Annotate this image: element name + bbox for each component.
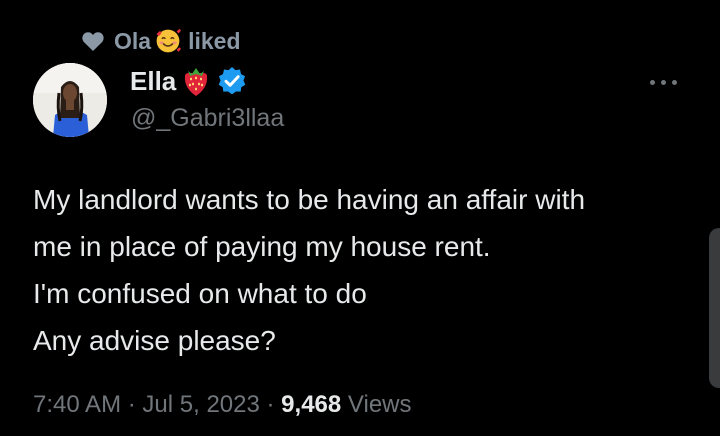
author-handle[interactable]: @_Gabri3llaa: [131, 104, 284, 133]
avatar-image: [33, 63, 107, 137]
tweet-meta: 7:40 AM · Jul 5, 2023 · 9,468 Views: [33, 391, 412, 419]
more-dot: [661, 79, 666, 85]
more-options-icon[interactable]: [650, 72, 686, 92]
views-label: Views: [347, 391, 412, 418]
tweet-text-line: me in place of paying my house rent.: [33, 231, 491, 262]
scroll-handle[interactable]: [709, 228, 720, 388]
more-dot: [650, 79, 655, 85]
author-display-name[interactable]: Ella: [130, 66, 176, 97]
tweet-text-line: My landlord wants to be having an affair…: [33, 184, 586, 215]
smiling-face-with-hearts-emoji-icon: [156, 29, 181, 53]
tweet-time[interactable]: 7:40 AM: [33, 391, 121, 418]
social-context-action: liked: [188, 27, 241, 54]
author-name-row[interactable]: Ella: [130, 64, 248, 98]
tweet-text-line: I'm confused on what to do: [33, 278, 367, 309]
tweet-date[interactable]: Jul 5, 2023: [142, 391, 259, 418]
strawberry-emoji-icon: [185, 68, 208, 96]
more-dot: [672, 79, 677, 85]
meta-separator: ·: [127, 391, 136, 418]
heart-icon: [82, 32, 104, 51]
tweet-text: My landlord wants to be having an affair…: [33, 176, 703, 364]
avatar[interactable]: [33, 63, 107, 137]
tweet-text-line: Any advise please?: [33, 325, 276, 356]
social-context[interactable]: Ola liked: [80, 27, 241, 55]
views-count: 9,468: [281, 391, 342, 418]
social-context-name[interactable]: Ola: [114, 28, 151, 55]
meta-separator: ·: [266, 391, 275, 418]
verified-badge-icon[interactable]: [216, 65, 248, 97]
